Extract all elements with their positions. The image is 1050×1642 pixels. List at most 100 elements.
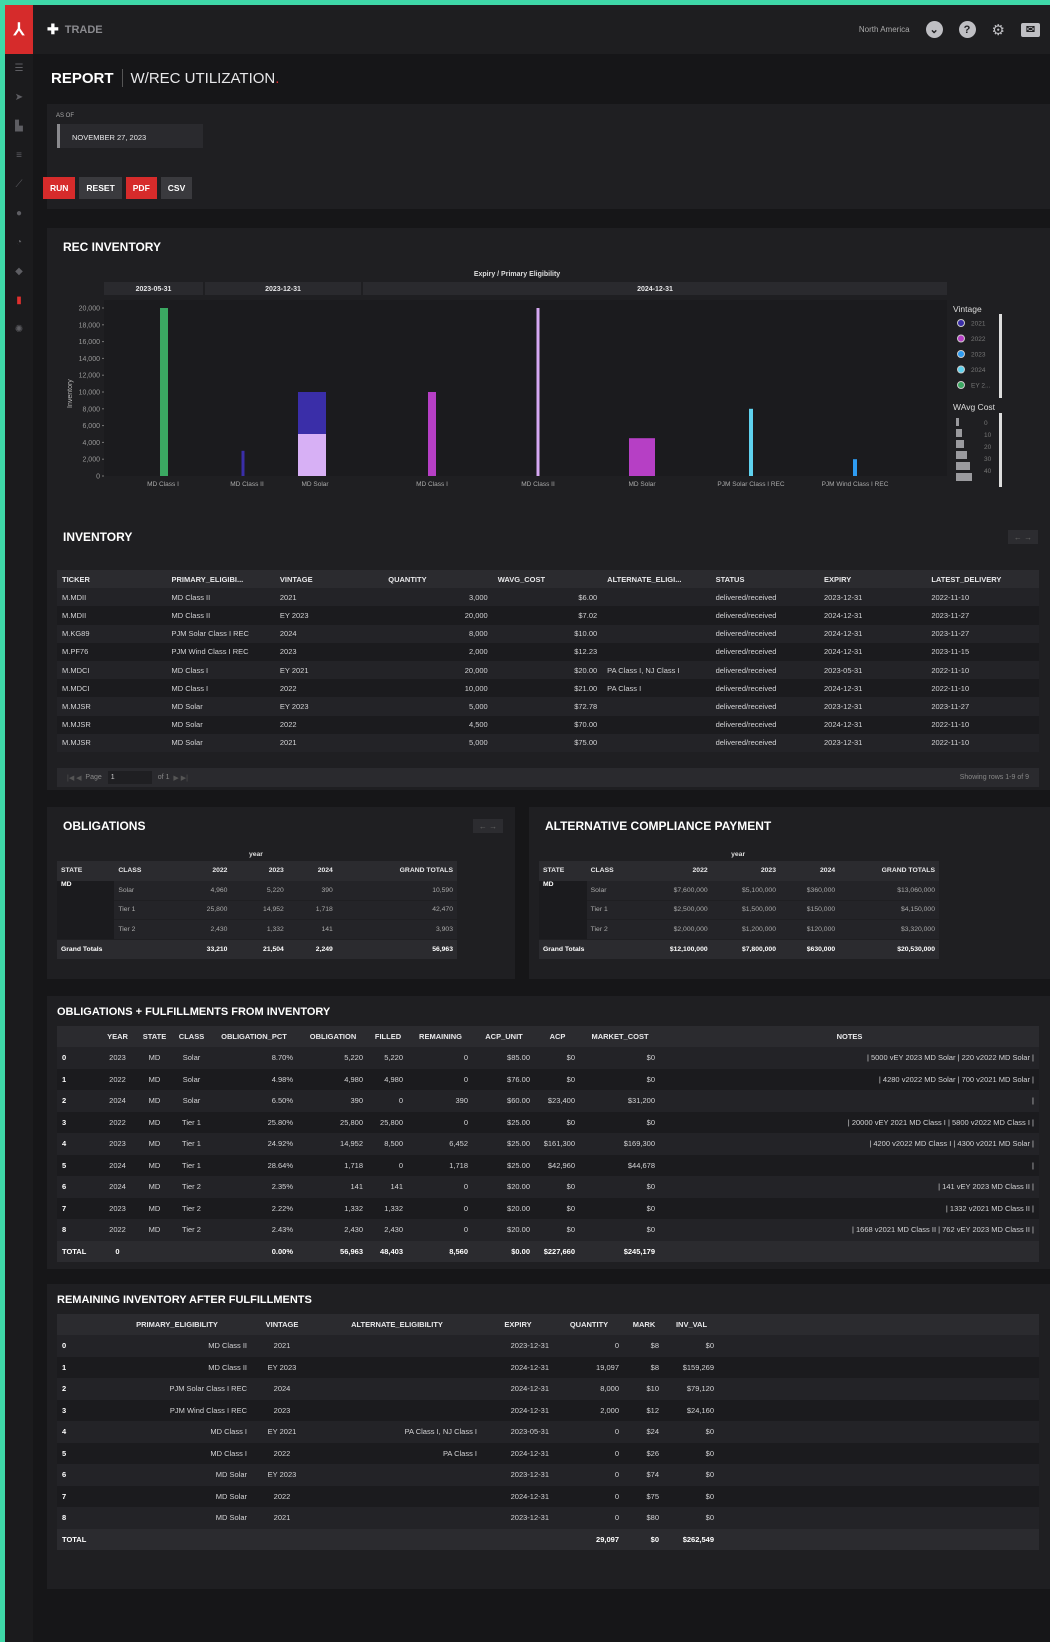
table-cell: 3 bbox=[57, 1399, 102, 1421]
inventory-column-header[interactable]: LATEST_DELIVERY bbox=[926, 570, 1039, 589]
table-row[interactable]: 7 2023 MD Tier 2 2.22% 1,332 1,332 0 $20.00 $0 $0 |… bbox=[57, 1197, 1039, 1219]
next-page-icon[interactable]: ▶ ▶| bbox=[173, 774, 188, 782]
table-row[interactable]: 6 MD Solar EY 2023 2023-12-31 0 $74 $0 bbox=[57, 1464, 1039, 1486]
group-header-label: 2023-12-31 bbox=[265, 286, 301, 293]
tag-icon[interactable]: ◆ bbox=[5, 257, 33, 286]
table-row[interactable]: 1 MD Class II EY 2023 2024-12-31 19,097 $8 $15… bbox=[57, 1356, 1039, 1378]
remaining-column-header[interactable]: MARK bbox=[624, 1314, 664, 1335]
remaining-column-header[interactable]: VINTAGE bbox=[252, 1314, 312, 1335]
rec-inventory-chart: Expiry / Primary Eligibility 2023-05-31 20… bbox=[67, 271, 1002, 488]
line-chart-icon[interactable]: ⟋ bbox=[5, 170, 33, 199]
inventory-column-header[interactable]: VINTAGE bbox=[274, 570, 384, 589]
app-logo[interactable]: ⅄ bbox=[5, 5, 33, 54]
as-of-date-input[interactable]: NOVEMBER 27, 2023 bbox=[57, 124, 203, 148]
scroll-arrows-icon[interactable]: ← → bbox=[473, 819, 503, 833]
settings-icon[interactable]: ✺ bbox=[5, 315, 33, 344]
inventory-column-header[interactable]: QUANTITY bbox=[383, 570, 493, 589]
fulfillments-column-header[interactable]: CLASS bbox=[173, 1026, 210, 1047]
inventory-column-header[interactable]: PRIMARY_ELIGIBI... bbox=[166, 570, 275, 589]
total-cell: $0.00 bbox=[473, 1240, 535, 1262]
table-row[interactable]: 5 MD Class I 2022 PA Class I 2024-12-31 0 $26 $… bbox=[57, 1442, 1039, 1464]
table-row[interactable]: M.MJSR MD Solar EY 2023 5,000 $72.78 delivere… bbox=[57, 697, 1039, 716]
chat-icon[interactable]: ◔ bbox=[5, 228, 33, 257]
report-icon[interactable]: ▮ bbox=[5, 286, 33, 315]
table-row[interactable]: M.MDCI MD Class I 2022 10,000 $21.00 PA Class… bbox=[57, 679, 1039, 698]
chevron-down-icon[interactable]: ⌄ bbox=[925, 21, 943, 38]
fulfillments-column-header[interactable] bbox=[57, 1026, 99, 1047]
remaining-column-header[interactable] bbox=[57, 1314, 102, 1335]
help-icon[interactable]: ? bbox=[958, 21, 976, 38]
table-row[interactable]: 3 2022 MD Tier 1 25.80% 25,800 25,800 0 $25.00 $0… bbox=[57, 1111, 1039, 1133]
table-row[interactable]: 2 2024 MD Solar 6.50% 390 0 390 $60.00 $23,400 $31… bbox=[57, 1090, 1039, 1112]
table-row[interactable]: 0 MD Class II 2021 2023-12-31 0 $8 $0 bbox=[57, 1335, 1039, 1357]
table-row[interactable]: M.MJSR MD Solar 2021 5,000 $75.00 delivered/r… bbox=[57, 733, 1039, 752]
gears-icon[interactable]: ⚙ bbox=[992, 21, 1005, 39]
first-page-icon[interactable]: |◀ ◀ bbox=[67, 774, 82, 782]
fulfillments-column-header[interactable]: YEAR bbox=[99, 1026, 136, 1047]
table-row[interactable]: M.KG89 PJM Solar Class I REC 2024 8,000 $10.… bbox=[57, 624, 1039, 643]
fulfillments-column-header[interactable]: NOTES bbox=[660, 1026, 1039, 1047]
fulfillments-column-header[interactable]: ACP_UNIT bbox=[473, 1026, 535, 1047]
table-row[interactable]: M.MDII MD Class II 2021 3,000 $6.00 delivered… bbox=[57, 588, 1039, 607]
fulfillments-column-header[interactable]: ACP bbox=[535, 1026, 580, 1047]
fulfillments-column-header[interactable]: FILLED bbox=[368, 1026, 408, 1047]
table-row[interactable]: M.PF76 PJM Wind Class I REC 2023 2,000 $12.2… bbox=[57, 642, 1039, 661]
send-icon[interactable]: ➤ bbox=[5, 83, 33, 112]
inventory-column-header[interactable]: WAVG_COST bbox=[492, 570, 603, 589]
pivot-state: MD bbox=[57, 880, 115, 940]
table-row[interactable]: M.MJSR MD Solar 2022 4,500 $70.00 delivered/r… bbox=[57, 715, 1039, 734]
inventory-column-header[interactable]: EXPIRY bbox=[818, 570, 927, 589]
pivot-grand-cell: $7,800,000 bbox=[711, 939, 780, 959]
table-row[interactable]: 8 MD Solar 2021 2023-12-31 0 $80 $0 bbox=[57, 1507, 1039, 1529]
table-row[interactable]: 8 2022 MD Tier 2 2.43% 2,430 2,430 0 $20.00 $0 $0 |… bbox=[57, 1219, 1039, 1241]
csv-button[interactable]: CSV bbox=[160, 177, 193, 199]
fulfillments-column-header[interactable]: STATE bbox=[136, 1026, 173, 1047]
table-cell: EY 2021 bbox=[252, 1421, 312, 1443]
fulfillments-column-header[interactable]: MARKET_COST bbox=[580, 1026, 660, 1047]
table-row[interactable]: 2 PJM Solar Class I REC 2024 2024-12-31 8,00… bbox=[57, 1378, 1039, 1400]
inventory-column-header[interactable]: TICKER bbox=[57, 570, 167, 589]
legend-wavg-title: WAvg Cost bbox=[953, 402, 996, 412]
table-row[interactable]: 5 2024 MD Tier 1 28.64% 1,718 0 1,718 $25.00 $42,… bbox=[57, 1154, 1039, 1176]
fulfillments-column-header[interactable]: REMAINING bbox=[408, 1026, 473, 1047]
table-row[interactable]: M.MDCI MD Class I EY 2021 20,000 $20.00 PA Cl… bbox=[57, 660, 1039, 680]
table-row[interactable]: 6 2024 MD Tier 2 2.35% 141 141 0 $20.00 $0 $0 | 141… bbox=[57, 1176, 1039, 1198]
trade-button[interactable]: ✚ TRADE bbox=[47, 21, 103, 38]
mail-icon[interactable]: ✉ bbox=[1021, 22, 1040, 37]
remaining-column-header[interactable]: ALTERNATE_ELIGIBILITY bbox=[312, 1314, 482, 1335]
table-row[interactable]: 7 MD Solar 2022 2024-12-31 0 $75 $0 bbox=[57, 1485, 1039, 1507]
sliders-icon[interactable]: ≡ bbox=[5, 141, 33, 170]
table-row[interactable]: 4 2023 MD Tier 1 24.92% 14,952 8,500 6,452 $25.0… bbox=[57, 1133, 1039, 1155]
table-row[interactable]: 3 PJM Wind Class I REC 2023 2024-12-31 2,000… bbox=[57, 1399, 1039, 1421]
table-cell: 0 bbox=[408, 1176, 473, 1198]
table-row[interactable]: 0 2023 MD Solar 8.70% 5,220 5,220 0 $85.00 $0 $0 | … bbox=[57, 1047, 1039, 1069]
table-cell: MD Class II bbox=[166, 606, 275, 625]
fulfillments-column-header[interactable]: OBLIGATION_PCT bbox=[210, 1026, 298, 1047]
reset-button[interactable]: RESET bbox=[79, 177, 122, 199]
region-selector[interactable]: North America bbox=[859, 25, 910, 34]
page-input[interactable] bbox=[107, 771, 152, 784]
menu-icon[interactable]: ☰ bbox=[5, 54, 33, 83]
remaining-column-header[interactable]: EXPIRY bbox=[482, 1314, 554, 1335]
scroll-arrows-icon[interactable]: ← → bbox=[1008, 530, 1038, 544]
table-cell: | 1332 v2021 MD Class II | bbox=[660, 1197, 1039, 1219]
table-row[interactable]: 4 MD Class I EY 2021 PA Class I, NJ Class I… bbox=[57, 1421, 1039, 1443]
table-cell: 0 bbox=[57, 1047, 99, 1069]
inventory-column-header[interactable]: ALTERNATE_ELIGI... bbox=[602, 570, 711, 589]
table-cell: MD bbox=[136, 1090, 173, 1112]
table-cell: MD Solar bbox=[102, 1485, 252, 1507]
fulfillments-column-header[interactable]: OBLIGATION bbox=[298, 1026, 368, 1047]
table-row[interactable]: M.MDII MD Class II EY 2023 20,000 $7.02 deliv… bbox=[57, 606, 1039, 625]
table-row[interactable]: 1 2022 MD Solar 4.98% 4,980 4,980 0 $76.00 $0 $0 | … bbox=[57, 1068, 1039, 1090]
chart-bar bbox=[536, 308, 540, 476]
remaining-column-header[interactable]: PRIMARY_ELIGIBILITY bbox=[102, 1314, 252, 1335]
table-cell: 2023-05-31 bbox=[482, 1421, 554, 1443]
remaining-column-header[interactable]: INV_VAL bbox=[664, 1314, 719, 1335]
inventory-column-header[interactable]: STATUS bbox=[710, 570, 819, 589]
remaining-column-header[interactable]: QUANTITY bbox=[554, 1314, 624, 1335]
factory-icon[interactable]: ▙ bbox=[5, 112, 33, 141]
run-button[interactable]: RUN bbox=[43, 177, 76, 199]
pdf-button[interactable]: PDF bbox=[125, 177, 157, 199]
legend-wavg-tick: 10 bbox=[984, 432, 992, 439]
check-circle-icon[interactable]: ● bbox=[5, 199, 33, 228]
